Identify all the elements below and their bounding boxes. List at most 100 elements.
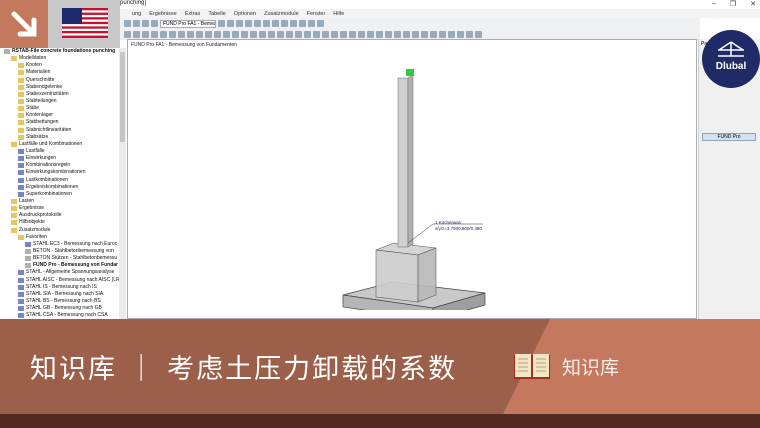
tool-icon[interactable] xyxy=(340,31,347,38)
tree-item[interactable]: Materialien xyxy=(0,69,125,76)
graphics-view[interactable]: FUND Pro FA1 - Bemessung von Fundamenten… xyxy=(127,39,697,319)
tree-item[interactable]: Knoten xyxy=(0,62,125,69)
tree-item[interactable]: Lastfälle xyxy=(0,148,125,155)
tree-item[interactable]: Stabexzentrizitäten xyxy=(0,91,125,98)
tool-icon[interactable] xyxy=(349,31,356,38)
tree-item[interactable]: STAHL CSA - Bemessung nach CSA xyxy=(0,312,125,319)
tool-icon[interactable] xyxy=(448,31,455,38)
menu-item[interactable]: Tabelle xyxy=(208,11,225,17)
tree-item[interactable]: RSTAB-File concrete foundations punching xyxy=(0,48,125,55)
tool-icon[interactable] xyxy=(232,31,239,38)
tree-item[interactable]: Modelldaten xyxy=(0,55,125,62)
module-combo[interactable]: FUND Pro FA1 - Bemessun xyxy=(160,19,216,28)
tree-item[interactable]: Favoriten xyxy=(0,234,125,241)
menu-item[interactable]: Zusatzmodule xyxy=(264,11,299,17)
tree-item[interactable]: STAHL GB - Bemessung nach GB xyxy=(0,305,125,312)
tool-icon[interactable] xyxy=(218,20,225,27)
tree-item[interactable]: STAHL SIA - Bemessung nach SIA xyxy=(0,291,125,298)
tool-icon[interactable] xyxy=(227,20,234,27)
tree-item[interactable]: FUND Pro - Bemessung von Fundar xyxy=(0,262,125,269)
fund-pro-button[interactable]: FUND Pro xyxy=(702,133,756,141)
tree-item[interactable]: Lasten xyxy=(0,198,125,205)
tool-icon[interactable] xyxy=(290,20,297,27)
tree-item[interactable]: Superkombinationen xyxy=(0,191,125,198)
tool-icon[interactable] xyxy=(412,31,419,38)
tree-item[interactable]: Stabsätze xyxy=(0,134,125,141)
menu-item[interactable]: Hilfe xyxy=(333,11,344,17)
tool-icon[interactable] xyxy=(196,31,203,38)
tree-item[interactable]: Stabendgelenke xyxy=(0,84,125,91)
tree-item[interactable]: Ergebnisse xyxy=(0,205,125,212)
tool-icon[interactable] xyxy=(272,20,279,27)
tree-item[interactable]: STAHL AISC - Bemessung nach AISC (LR xyxy=(0,277,125,284)
tree-item[interactable]: STAHL EC3 - Bemessung nach Euroc xyxy=(0,241,125,248)
tree-item[interactable]: Stabbettungen xyxy=(0,119,125,126)
tool-icon[interactable] xyxy=(358,31,365,38)
tool-icon[interactable] xyxy=(376,31,383,38)
tool-icon[interactable] xyxy=(403,31,410,38)
tool-icon[interactable] xyxy=(430,31,437,38)
tool-icon[interactable] xyxy=(259,31,266,38)
tool-icon[interactable] xyxy=(421,31,428,38)
tree-item[interactable]: Querschnitte xyxy=(0,77,125,84)
tool-icon[interactable] xyxy=(178,31,185,38)
maximize-button[interactable]: ❐ xyxy=(730,0,736,8)
tree-item[interactable]: Stäbe xyxy=(0,105,125,112)
language-flag[interactable] xyxy=(48,0,120,48)
tool-icon[interactable] xyxy=(254,20,261,27)
tree-item[interactable]: Einwirkungskombinationen xyxy=(0,169,125,176)
tool-icon[interactable] xyxy=(295,31,302,38)
menu-item[interactable]: Optionen xyxy=(234,11,256,17)
tool-icon[interactable] xyxy=(169,31,176,38)
tree-item[interactable]: BETON Stützen - Stahlbetonbemessu xyxy=(0,255,125,262)
tree-item[interactable]: Lastfälle und Kombinationen xyxy=(0,141,125,148)
tree-item[interactable]: STAHL - Allgemeine Spannungsanalyse xyxy=(0,269,125,276)
tool-icon[interactable] xyxy=(151,20,158,27)
tool-icon[interactable] xyxy=(124,20,131,27)
tree-item[interactable]: BETON - Stahlbetonbemessung von xyxy=(0,248,125,255)
tree-item[interactable]: Kombinationsregeln xyxy=(0,162,125,169)
tool-icon[interactable] xyxy=(304,31,311,38)
tool-icon[interactable] xyxy=(133,20,140,27)
tree-item[interactable]: STAHL IS - Bemessung nach IS xyxy=(0,284,125,291)
tool-icon[interactable] xyxy=(367,31,374,38)
tree-item[interactable]: Stabnichtlinearitäten xyxy=(0,127,125,134)
tool-icon[interactable] xyxy=(394,31,401,38)
tree-item[interactable]: Knotenlager xyxy=(0,112,125,119)
tree-scrollbar[interactable] xyxy=(119,48,126,319)
tree-item[interactable]: Ergebniskombinationen xyxy=(0,184,125,191)
tree-item[interactable]: Zusatzmodule xyxy=(0,227,125,234)
menu-item[interactable]: ung xyxy=(132,11,141,17)
tree-item[interactable]: Hilfsobjekte xyxy=(0,219,125,226)
tool-icon[interactable] xyxy=(124,31,131,38)
scrollbar-thumb[interactable] xyxy=(120,52,125,142)
tool-icon[interactable] xyxy=(299,20,306,27)
tool-icon[interactable] xyxy=(308,20,315,27)
node-marker[interactable] xyxy=(406,69,414,76)
tool-icon[interactable] xyxy=(250,31,257,38)
tool-icon[interactable] xyxy=(142,31,149,38)
tool-icon[interactable] xyxy=(466,31,473,38)
tree-item[interactable]: Stabteilungen xyxy=(0,98,125,105)
tool-icon[interactable] xyxy=(263,20,270,27)
tree-item[interactable]: Einwirkungen xyxy=(0,155,125,162)
tool-icon[interactable] xyxy=(268,31,275,38)
tool-icon[interactable] xyxy=(277,31,284,38)
minimize-button[interactable]: – xyxy=(712,0,716,8)
tool-icon[interactable] xyxy=(241,31,248,38)
tool-icon[interactable] xyxy=(223,31,230,38)
tree-item[interactable]: Lastkombinationen xyxy=(0,177,125,184)
tool-icon[interactable] xyxy=(133,31,140,38)
tool-icon[interactable] xyxy=(281,20,288,27)
tool-icon[interactable] xyxy=(205,31,212,38)
tool-icon[interactable] xyxy=(457,31,464,38)
tool-icon[interactable] xyxy=(160,31,167,38)
tool-icon[interactable] xyxy=(236,20,243,27)
tool-icon[interactable] xyxy=(313,31,320,38)
tool-icon[interactable] xyxy=(331,31,338,38)
tool-icon[interactable] xyxy=(187,31,194,38)
tree-item[interactable]: STAHL BS - Bemessung nach BS xyxy=(0,298,125,305)
tool-icon[interactable] xyxy=(317,20,324,27)
tool-icon[interactable] xyxy=(286,31,293,38)
menu-item[interactable]: Extras xyxy=(185,11,201,17)
